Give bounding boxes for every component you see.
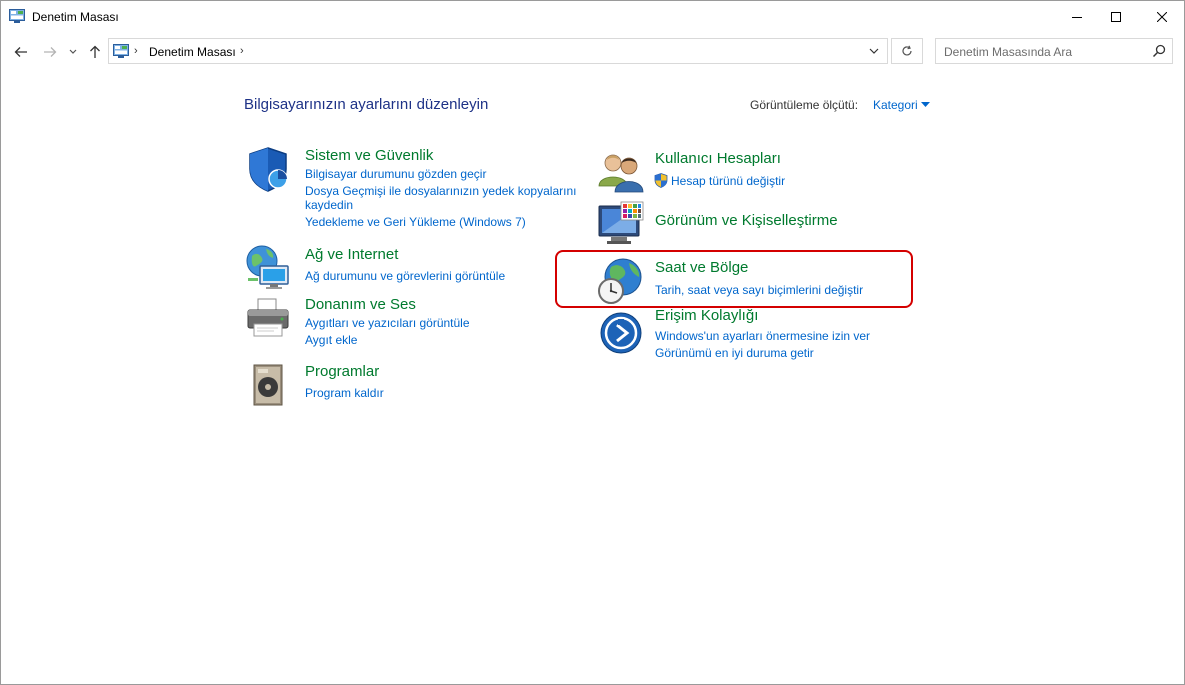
category-user-accounts: Kullanıcı Hesapları Hesap türünü değişti…	[597, 148, 917, 196]
link-uninstall-program[interactable]: Program kaldır	[305, 385, 384, 401]
link-devices-printers[interactable]: Aygıtları ve yazıcıları görüntüle	[305, 315, 470, 331]
printer-icon	[247, 298, 289, 337]
uac-shield-icon	[654, 173, 668, 188]
caret-down-icon[interactable]	[921, 102, 930, 107]
category-system-security: Sistem ve Güvenlik Bilgisayar durumunu g…	[244, 145, 584, 235]
category-appearance: Görünüm ve Kişiselleştirme	[597, 200, 917, 248]
maximize-icon	[1111, 11, 1121, 22]
link-optimize-display[interactable]: Görünümü en iyi duruma getir	[655, 345, 814, 361]
highlight-box	[555, 250, 913, 308]
arrow-left-icon	[14, 47, 27, 57]
control-panel-icon	[9, 9, 25, 23]
link-backup-restore[interactable]: Yedekleme ve Geri Yükleme (Windows 7)	[305, 214, 526, 230]
close-icon	[1157, 11, 1167, 22]
chevron-down-icon	[869, 48, 879, 54]
category-network: Ağ ve Internet Ağ durumunu ve görevlerin…	[244, 244, 584, 292]
title-bar: Denetim Masası	[1, 1, 1184, 32]
link-change-account-type[interactable]: Hesap türünü değiştir	[671, 173, 785, 189]
search-icon[interactable]	[1152, 44, 1166, 58]
maximize-button[interactable]	[1093, 1, 1139, 32]
search-input[interactable]: Denetim Masasında Ara	[935, 38, 1173, 64]
breadcrumb-separator[interactable]: ›	[134, 45, 138, 57]
link-let-windows-suggest[interactable]: Windows'un ayarları önermesine izin ver	[655, 328, 870, 344]
breadcrumb-control-panel[interactable]: Denetim Masası	[149, 45, 236, 59]
window-title: Denetim Masası	[32, 10, 119, 24]
category-title[interactable]: Görünüm ve Kişiselleştirme	[655, 212, 838, 229]
minimize-icon	[1072, 16, 1082, 18]
control-panel-window: Denetim Masası › Denetim Masası › Deneti…	[0, 0, 1185, 685]
link-file-history-cont[interactable]: kaydedin	[305, 197, 353, 213]
forward-button[interactable]	[39, 42, 61, 62]
category-programs: Programlar Program kaldır	[244, 361, 584, 409]
link-network-status[interactable]: Ağ durumunu ve görevlerini görüntüle	[305, 268, 505, 284]
category-title[interactable]: Ağ ve Internet	[305, 246, 398, 263]
close-button[interactable]	[1139, 1, 1185, 32]
breadcrumb-separator[interactable]: ›	[240, 45, 244, 57]
page-title: Bilgisayarınızın ayarlarını düzenleyin	[244, 96, 489, 113]
category-title[interactable]: Sistem ve Güvenlik	[305, 147, 433, 164]
display-icon	[598, 201, 644, 244]
view-by-label: Görüntüleme ölçütü:	[750, 98, 859, 112]
category-title[interactable]: Erişim Kolaylığı	[655, 307, 758, 324]
search-placeholder: Denetim Masasında Ara	[944, 45, 1073, 59]
refresh-icon	[902, 45, 912, 56]
category-title[interactable]: Donanım ve Ses	[305, 296, 416, 313]
shield-icon	[249, 147, 288, 192]
refresh-button[interactable]	[891, 38, 923, 64]
arrow-up-icon	[90, 45, 100, 58]
arrow-right-icon	[44, 47, 57, 57]
up-button[interactable]	[84, 42, 106, 62]
control-panel-icon	[113, 44, 129, 58]
address-bar[interactable]: › Denetim Masası ›	[108, 38, 888, 64]
category-title[interactable]: Kullanıcı Hesapları	[655, 150, 781, 167]
chevron-down-icon	[69, 49, 77, 54]
users-icon	[598, 154, 644, 193]
category-hardware-sound: Donanım ve Ses Aygıtları ve yazıcıları g…	[244, 294, 584, 349]
address-dropdown-button[interactable]	[861, 39, 887, 63]
network-icon	[246, 245, 289, 289]
navigation-bar: › Denetim Masası › Denetim Masasında Ara	[1, 34, 1184, 70]
programs-icon	[253, 364, 283, 406]
link-review-computer-status[interactable]: Bilgisayar durumunu gözden geçir	[305, 166, 486, 182]
recent-locations-button[interactable]	[64, 42, 82, 62]
back-button[interactable]	[10, 42, 32, 62]
category-ease-of-access: Erişim Kolaylığı Windows'un ayarları öne…	[597, 307, 917, 363]
category-title[interactable]: Programlar	[305, 363, 379, 380]
link-add-device[interactable]: Aygıt ekle	[305, 332, 357, 348]
accessibility-icon	[600, 312, 642, 354]
view-by-dropdown[interactable]: Kategori	[873, 98, 918, 112]
